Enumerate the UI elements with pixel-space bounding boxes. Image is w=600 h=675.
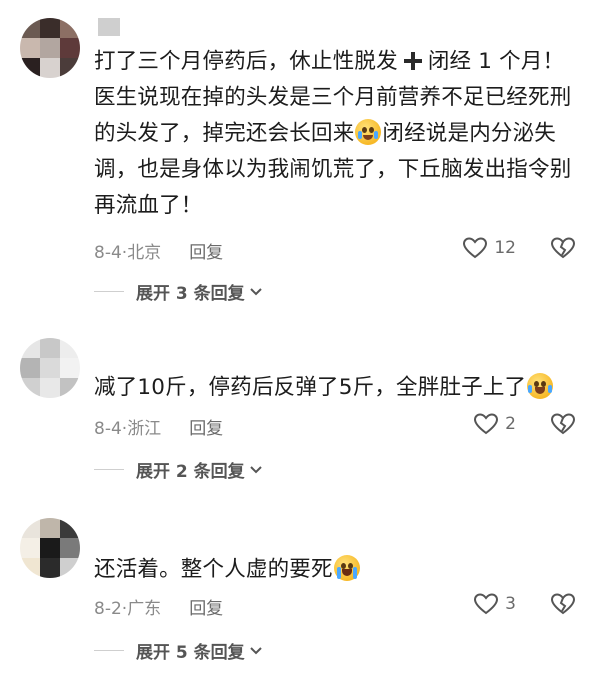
comment-text: 减了10斤，停药后反弹了5斤，全胖肚子上了: [94, 370, 572, 406]
like-button[interactable]: 12: [462, 236, 516, 260]
comment-date: 8-4: [94, 419, 122, 439]
plus-icon: [403, 52, 422, 70]
reply-button[interactable]: 回复: [189, 243, 223, 263]
comment-item: 减了10斤，停药后反弹了5斤，全胖肚子上了 8-4·浙江 回复 2 展开 2 条回…: [0, 330, 600, 490]
broken-heart-icon: [550, 413, 576, 435]
comment-date: 8-2: [94, 599, 122, 619]
like-count: 12: [494, 238, 516, 258]
divider: [94, 291, 124, 292]
comment-location: 浙江: [127, 419, 162, 439]
dislike-button[interactable]: [550, 236, 576, 264]
comment-location: 北京: [127, 243, 162, 263]
like-count: 2: [505, 414, 516, 434]
comment-location: 广东: [127, 599, 162, 619]
expand-replies-label: 展开 2 条回复: [136, 462, 245, 482]
like-count: 3: [505, 594, 516, 614]
username-blurred[interactable]: [98, 18, 120, 36]
comment-text-part: 还活着。整个人虚的要死: [94, 557, 333, 582]
heart-outline-icon: [474, 413, 499, 435]
comment-date: 8-4: [94, 243, 122, 263]
crying-face-emoji: [355, 119, 382, 145]
expand-replies-button[interactable]: 展开 3 条回复: [94, 279, 263, 304]
comment-text-part: 打了三个月停药后，休止性脱发: [94, 49, 398, 74]
comment-text-part: 减了10斤，停药后反弹了5斤，全胖肚子上了: [94, 375, 527, 400]
comment-meta: 8-4·北京 回复: [94, 238, 223, 263]
avatar[interactable]: [20, 18, 80, 78]
avatar[interactable]: [20, 518, 80, 578]
dislike-button[interactable]: [550, 592, 576, 620]
broken-heart-icon: [550, 237, 576, 259]
comment-text: 还活着。整个人虚的要死: [94, 552, 572, 588]
divider: [94, 650, 124, 651]
comment-meta: 8-4·浙江 回复: [94, 414, 223, 439]
comment-item: 还活着。整个人虚的要死 8-2·广东 回复 3 展开 5 条回复: [0, 510, 600, 675]
laughing-tears-face-emoji: [527, 373, 554, 399]
like-button[interactable]: 2: [473, 412, 516, 436]
comment-item: 打了三个月停药后，休止性脱发 闭经 1 个月！医生说现在掉的头发是三个月前营养不足…: [0, 0, 600, 310]
reply-button[interactable]: 回复: [189, 419, 223, 439]
heart-outline-icon: [463, 237, 488, 259]
expand-replies-button[interactable]: 展开 5 条回复: [94, 638, 263, 663]
chevron-down-icon: [249, 287, 262, 295]
reply-button[interactable]: 回复: [189, 599, 223, 619]
dislike-button[interactable]: [550, 412, 576, 440]
avatar[interactable]: [20, 338, 80, 398]
expand-replies-label: 展开 5 条回复: [136, 643, 245, 663]
broken-heart-icon: [550, 593, 576, 615]
chevron-down-icon: [249, 646, 262, 654]
expand-replies-button[interactable]: 展开 2 条回复: [94, 457, 263, 482]
divider: [94, 469, 124, 470]
like-button[interactable]: 3: [473, 592, 516, 616]
comment-meta: 8-2·广东 回复: [94, 594, 223, 619]
chevron-down-icon: [249, 465, 262, 473]
sobbing-face-emoji: [333, 555, 360, 581]
expand-replies-label: 展开 3 条回复: [136, 284, 245, 304]
heart-outline-icon: [474, 593, 499, 615]
comment-text: 打了三个月停药后，休止性脱发 闭经 1 个月！医生说现在掉的头发是三个月前营养不足…: [94, 44, 572, 224]
